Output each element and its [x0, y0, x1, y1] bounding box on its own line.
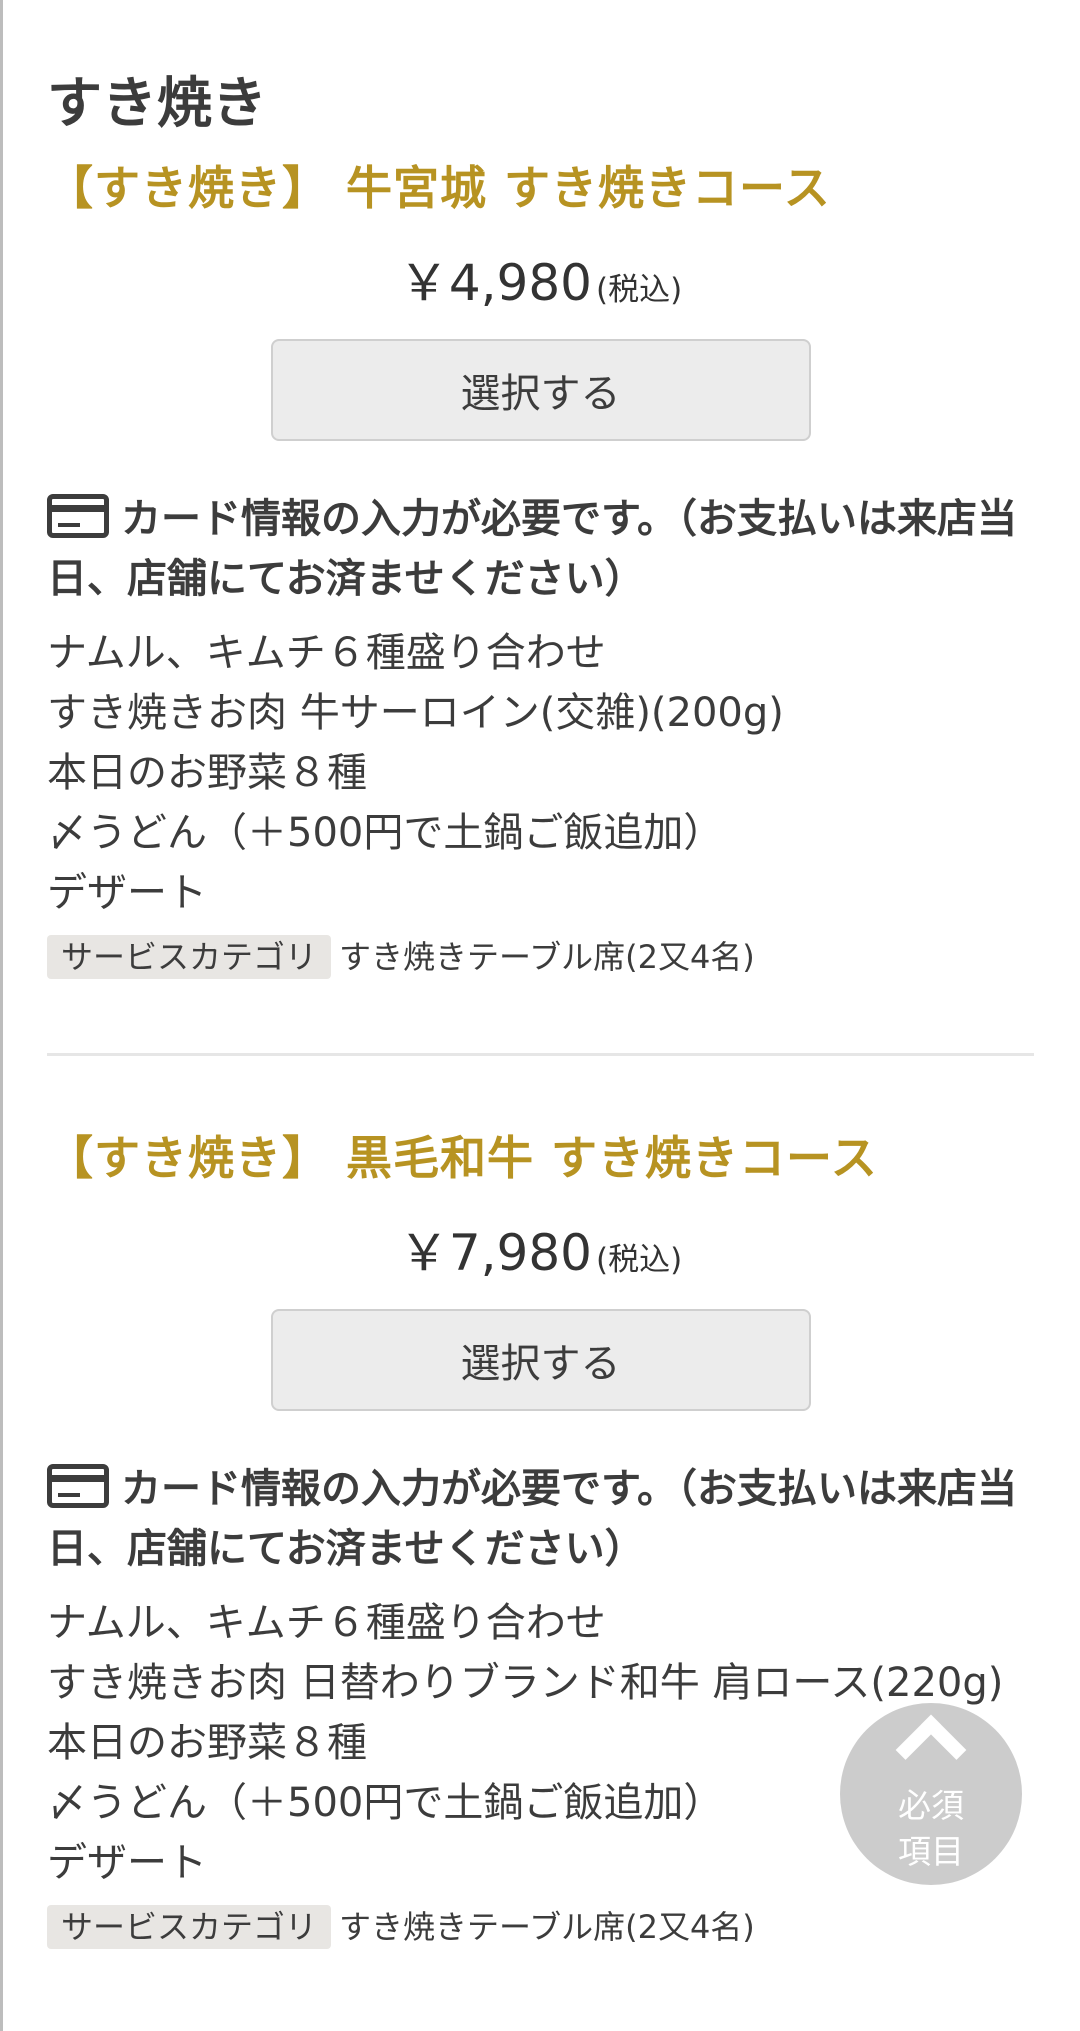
card-required-notice: カード情報の入力が必要です。（お支払いは来店当日、店舗にてお済ませください） — [47, 489, 1034, 609]
chevron-up-icon — [895, 1714, 967, 1786]
price-tax-note: (税込) — [595, 1242, 683, 1278]
card-notice-text: カード情報の入力が必要です。（お支払いは来店当日、店舗にてお済ませください） — [47, 1466, 1017, 1572]
credit-card-icon — [47, 494, 109, 538]
course-menu-list: ナムル、キムチ６種盛り合わせ すき焼きお肉 牛サーロイン(交雑)(200g) 本… — [47, 623, 1034, 923]
price: ￥7,980 (税込) — [47, 1223, 1034, 1283]
jump-to-required-label: 必須 項目 — [898, 1786, 964, 1871]
divider — [47, 1053, 1034, 1056]
list-item: 〆うどん（＋500円で土鍋ご飯追加） — [47, 810, 724, 856]
left-border — [0, 0, 3, 2031]
select-course-button[interactable]: 選択する — [270, 339, 811, 441]
select-course-button[interactable]: 選択する — [270, 1309, 811, 1411]
list-item: デザート — [47, 870, 207, 916]
list-item: ナムル、キムチ６種盛り合わせ — [47, 630, 606, 676]
service-category: サービスカテゴリ すき焼きテーブル席(2又4名) — [47, 935, 1034, 979]
service-category-value: すき焼きテーブル席(2又4名) — [339, 938, 755, 976]
price: ￥4,980 (税込) — [47, 253, 1034, 313]
list-item: すき焼きお肉 牛サーロイン(交雑)(200g) — [47, 690, 784, 736]
card-required-notice: カード情報の入力が必要です。（お支払いは来店当日、店舗にてお済ませください） — [47, 1459, 1034, 1579]
course-card: 【すき焼き】 牛宮城 すき焼きコース ￥4,980 (税込) 選択する カード情報… — [47, 158, 1034, 979]
section-title: すき焼き — [47, 71, 268, 135]
service-category: サービスカテゴリ すき焼きテーブル席(2又4名) — [47, 1905, 1034, 1949]
credit-card-icon — [47, 1464, 109, 1508]
service-category-value: すき焼きテーブル席(2又4名) — [339, 1908, 755, 1946]
jump-to-required-button[interactable]: 必須 項目 — [840, 1703, 1022, 1885]
service-category-badge: サービスカテゴリ — [47, 935, 332, 979]
list-item: ナムル、キムチ６種盛り合わせ — [47, 1600, 606, 1646]
course-title: 【すき焼き】 牛宮城 すき焼きコース — [47, 161, 831, 215]
service-category-badge: サービスカテゴリ — [47, 1905, 332, 1949]
price-amount: ￥7,980 — [398, 1224, 592, 1282]
list-item: すき焼きお肉 日替わりブランド和牛 肩ロース(220g) — [47, 1660, 1004, 1706]
course-list-page: すき焼き 【すき焼き】 牛宮城 すき焼きコース ￥4,980 (税込) 選択する … — [0, 0, 1080, 1949]
course-title: 【すき焼き】 黒毛和牛 すき焼きコース — [47, 1131, 878, 1185]
price-amount: ￥4,980 — [398, 254, 592, 312]
price-tax-note: (税込) — [595, 272, 683, 308]
card-notice-text: カード情報の入力が必要です。（お支払いは来店当日、店舗にてお済ませください） — [47, 496, 1017, 602]
list-item: 本日のお野菜８種 — [47, 750, 367, 796]
